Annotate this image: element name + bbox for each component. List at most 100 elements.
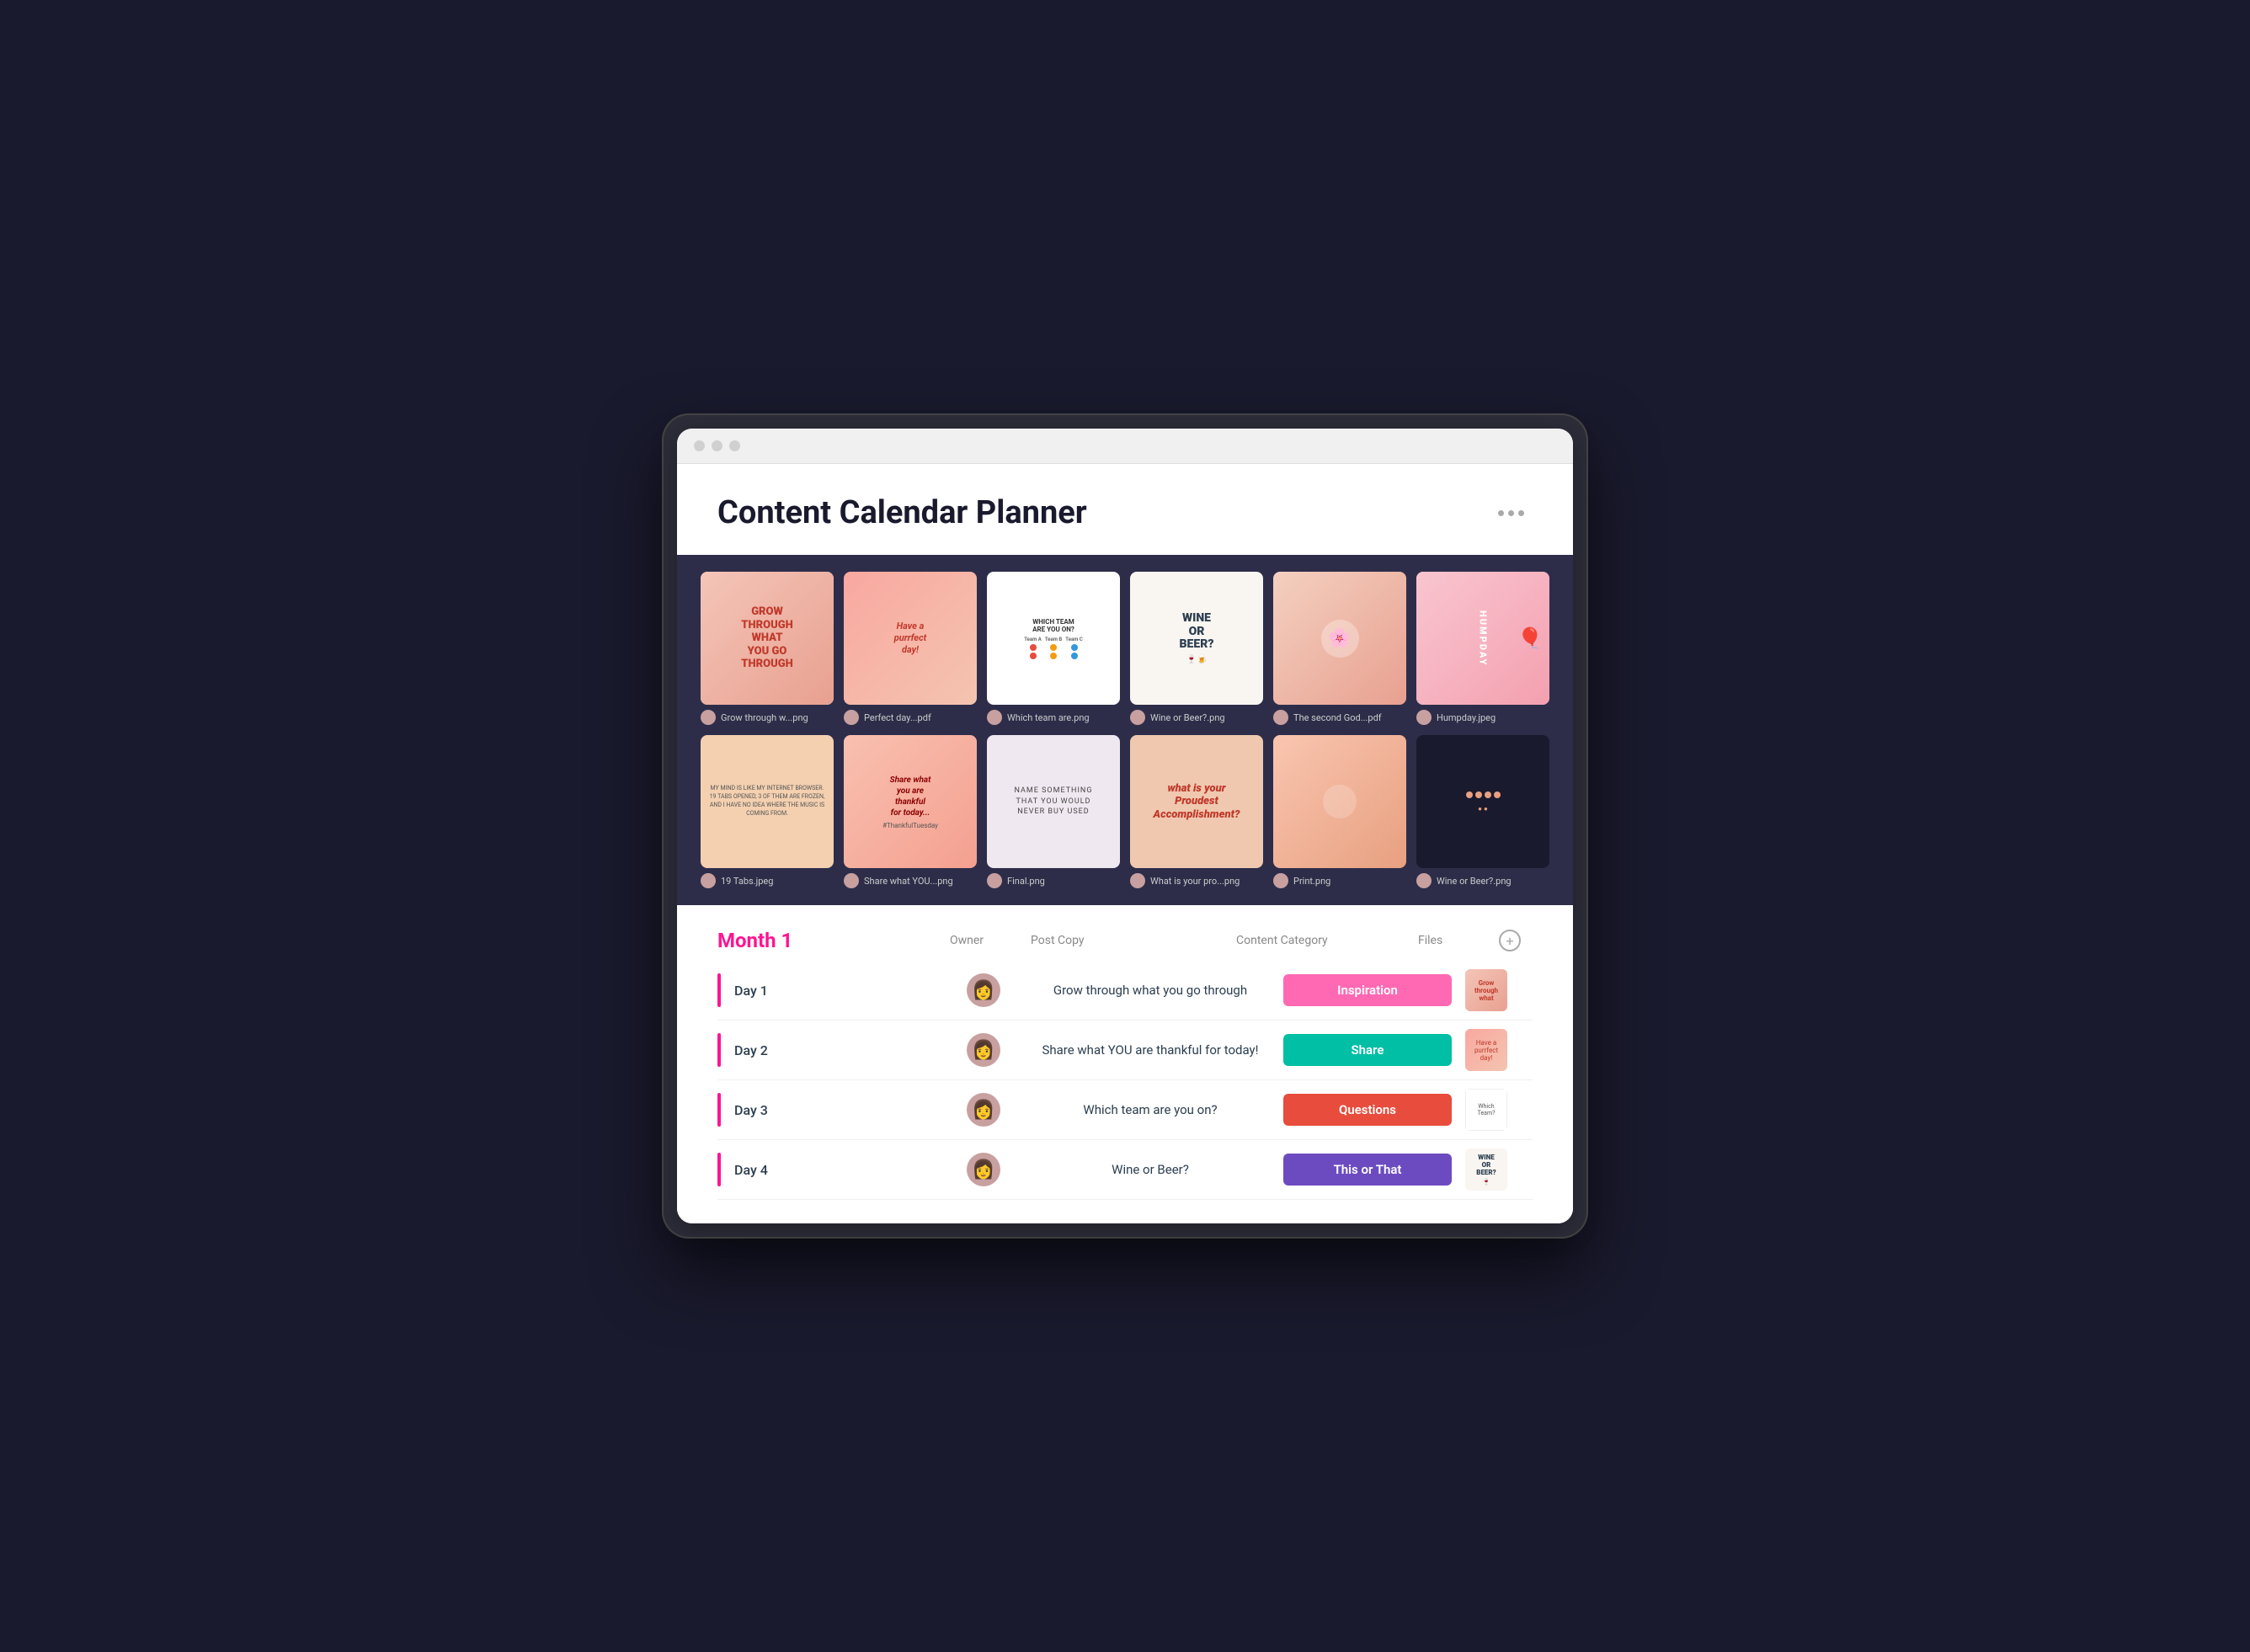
- traffic-light-close[interactable]: [694, 440, 705, 451]
- gallery-avatar-5: [1273, 710, 1288, 725]
- gallery-thumb-10: what is yourProudestAccomplishment?: [1130, 735, 1263, 868]
- day2-post-copy: Share what YOU are thankful for today!: [1031, 1042, 1270, 1058]
- day1-cell: Day 1: [717, 973, 936, 1007]
- gallery-label-12: Wine or Beer?.png: [1416, 873, 1549, 888]
- gallery-filename-3: Which team are.png: [1007, 712, 1090, 723]
- gallery-avatar-7: [701, 873, 716, 888]
- gallery-avatar-11: [1273, 873, 1288, 888]
- add-column-button[interactable]: +: [1499, 930, 1521, 951]
- gallery-item-11[interactable]: Print.png: [1273, 735, 1406, 888]
- gallery-thumb-3: WHICH TEAMARE YOU ON? Team A Team B: [987, 572, 1120, 705]
- gallery-item-9[interactable]: NAME SOMETHINGTHAT YOU WOULDNEVER BUY US…: [987, 735, 1120, 888]
- gallery-section: Growthroughwhatyou gothrough Grow throug…: [677, 555, 1573, 905]
- day3-owner: 👩: [950, 1093, 1017, 1127]
- day4-label: Day 4: [734, 1162, 768, 1178]
- gallery-item-12[interactable]: ● ● Wine or Beer?.png: [1416, 735, 1549, 888]
- gallery-item-8[interactable]: Share whatyou arethankfulfor today... #T…: [844, 735, 977, 888]
- day2-avatar: 👩: [967, 1033, 1000, 1067]
- day1-owner: 👩: [950, 973, 1017, 1007]
- day4-bar: [717, 1153, 721, 1186]
- table-row-day4: Day 4 👩 Wine or Beer? This or That WINEo…: [717, 1140, 1533, 1200]
- day1-label: Day 1: [734, 983, 768, 999]
- gallery-label-8: Share what YOU...png: [844, 873, 977, 888]
- gallery-thumb-6: HUMPDAY 🎈: [1416, 572, 1549, 705]
- table-header-row: Month 1 Owner Post Copy Content Category…: [717, 929, 1533, 961]
- browser-content: Content Calendar Planner Growthroughwhat…: [677, 464, 1573, 1223]
- day2-bar: [717, 1033, 721, 1067]
- gallery-avatar-2: [844, 710, 859, 725]
- day4-post-copy: Wine or Beer?: [1031, 1162, 1270, 1177]
- page-title: Content Calendar Planner: [717, 494, 1087, 531]
- more-dot-2: [1508, 510, 1514, 516]
- gallery-item-10[interactable]: what is yourProudestAccomplishment? What…: [1130, 735, 1263, 888]
- gallery-label-7: 19 Tabs.jpeg: [701, 873, 834, 888]
- gallery-item-5[interactable]: 🌸 The second God...pdf: [1273, 572, 1406, 725]
- day1-files-thumb[interactable]: Growthroughwhat: [1465, 969, 1507, 1011]
- traffic-light-maximize[interactable]: [729, 440, 740, 451]
- day3-category-badge[interactable]: Questions: [1283, 1094, 1452, 1126]
- day2-label: Day 2: [734, 1042, 768, 1058]
- gallery-filename-12: Wine or Beer?.png: [1437, 876, 1512, 887]
- table-section: Month 1 Owner Post Copy Content Category…: [677, 905, 1573, 1223]
- day3-bar: [717, 1093, 721, 1127]
- day3-label: Day 3: [734, 1102, 768, 1118]
- gallery-avatar-8: [844, 873, 859, 888]
- day2-cell: Day 2: [717, 1033, 936, 1067]
- gallery-filename-7: 19 Tabs.jpeg: [721, 876, 773, 887]
- gallery-grid: Growthroughwhatyou gothrough Grow throug…: [701, 572, 1549, 888]
- day4-category-badge[interactable]: This or That: [1283, 1154, 1452, 1186]
- gallery-item-7[interactable]: MY MIND IS LIKE MY INTERNET BROWSER. 19 …: [701, 735, 834, 888]
- gallery-avatar-10: [1130, 873, 1145, 888]
- day2-files-thumb[interactable]: Have apurrfectday!: [1465, 1029, 1507, 1071]
- gallery-filename-1: Grow through w...png: [721, 712, 808, 723]
- gallery-filename-6: Humpday.jpeg: [1437, 712, 1496, 723]
- col-content-category: Content Category: [1236, 934, 1405, 947]
- gallery-filename-11: Print.png: [1293, 876, 1330, 887]
- gallery-item-6[interactable]: HUMPDAY 🎈 Humpday.jpeg: [1416, 572, 1549, 725]
- gallery-label-9: Final.png: [987, 873, 1120, 888]
- table-row-day3: Day 3 👩 Which team are you on? Questions…: [717, 1080, 1533, 1140]
- gallery-item-1[interactable]: Growthroughwhatyou gothrough Grow throug…: [701, 572, 834, 725]
- gallery-item-2[interactable]: Have apurrfectday! Perfect day...pdf: [844, 572, 977, 725]
- day4-owner: 👩: [950, 1153, 1017, 1186]
- day4-avatar: 👩: [967, 1153, 1000, 1186]
- gallery-avatar-12: [1416, 873, 1432, 888]
- gallery-thumb-4: WINEorBEER? 🍷🍺: [1130, 572, 1263, 705]
- device-frame: Content Calendar Planner Growthroughwhat…: [662, 413, 1588, 1239]
- gallery-label-3: Which team are.png: [987, 710, 1120, 725]
- gallery-thumb-11: [1273, 735, 1406, 868]
- gallery-thumb-12: ● ●: [1416, 735, 1549, 868]
- gallery-avatar-1: [701, 710, 716, 725]
- gallery-label-10: What is your pro...png: [1130, 873, 1263, 888]
- gallery-label-1: Grow through w...png: [701, 710, 834, 725]
- gallery-label-4: Wine or Beer?.png: [1130, 710, 1263, 725]
- day4-files-thumb[interactable]: WINEorBEER? 🍷: [1465, 1148, 1507, 1191]
- day3-cell: Day 3: [717, 1093, 936, 1127]
- col-files: Files: [1418, 934, 1485, 947]
- gallery-label-6: Humpday.jpeg: [1416, 710, 1549, 725]
- gallery-thumb-1: Growthroughwhatyou gothrough: [701, 572, 834, 705]
- gallery-filename-5: The second God...pdf: [1293, 712, 1382, 723]
- day2-owner: 👩: [950, 1033, 1017, 1067]
- day2-category-badge[interactable]: Share: [1283, 1034, 1452, 1066]
- day1-post-copy: Grow through what you go through: [1031, 983, 1270, 998]
- more-dot-3: [1518, 510, 1524, 516]
- gallery-item-3[interactable]: WHICH TEAMARE YOU ON? Team A Team B: [987, 572, 1120, 725]
- gallery-label-2: Perfect day...pdf: [844, 710, 977, 725]
- traffic-light-minimize[interactable]: [712, 440, 722, 451]
- day1-bar: [717, 973, 721, 1007]
- gallery-filename-4: Wine or Beer?.png: [1150, 712, 1225, 723]
- day3-files-thumb[interactable]: WhichTeam?: [1465, 1089, 1507, 1131]
- gallery-avatar-4: [1130, 710, 1145, 725]
- gallery-avatar-6: [1416, 710, 1432, 725]
- browser-window: Content Calendar Planner Growthroughwhat…: [677, 429, 1573, 1223]
- gallery-filename-9: Final.png: [1007, 876, 1045, 887]
- gallery-avatar-3: [987, 710, 1002, 725]
- col-owner: Owner: [950, 934, 1017, 947]
- more-menu-button[interactable]: [1490, 505, 1533, 521]
- table-row-day1: Day 1 👩 Grow through what you go through…: [717, 961, 1533, 1021]
- day1-category-badge[interactable]: Inspiration: [1283, 974, 1452, 1006]
- gallery-label-11: Print.png: [1273, 873, 1406, 888]
- gallery-filename-8: Share what YOU...png: [864, 876, 953, 887]
- gallery-item-4[interactable]: WINEorBEER? 🍷🍺 Wine or Beer?.png: [1130, 572, 1263, 725]
